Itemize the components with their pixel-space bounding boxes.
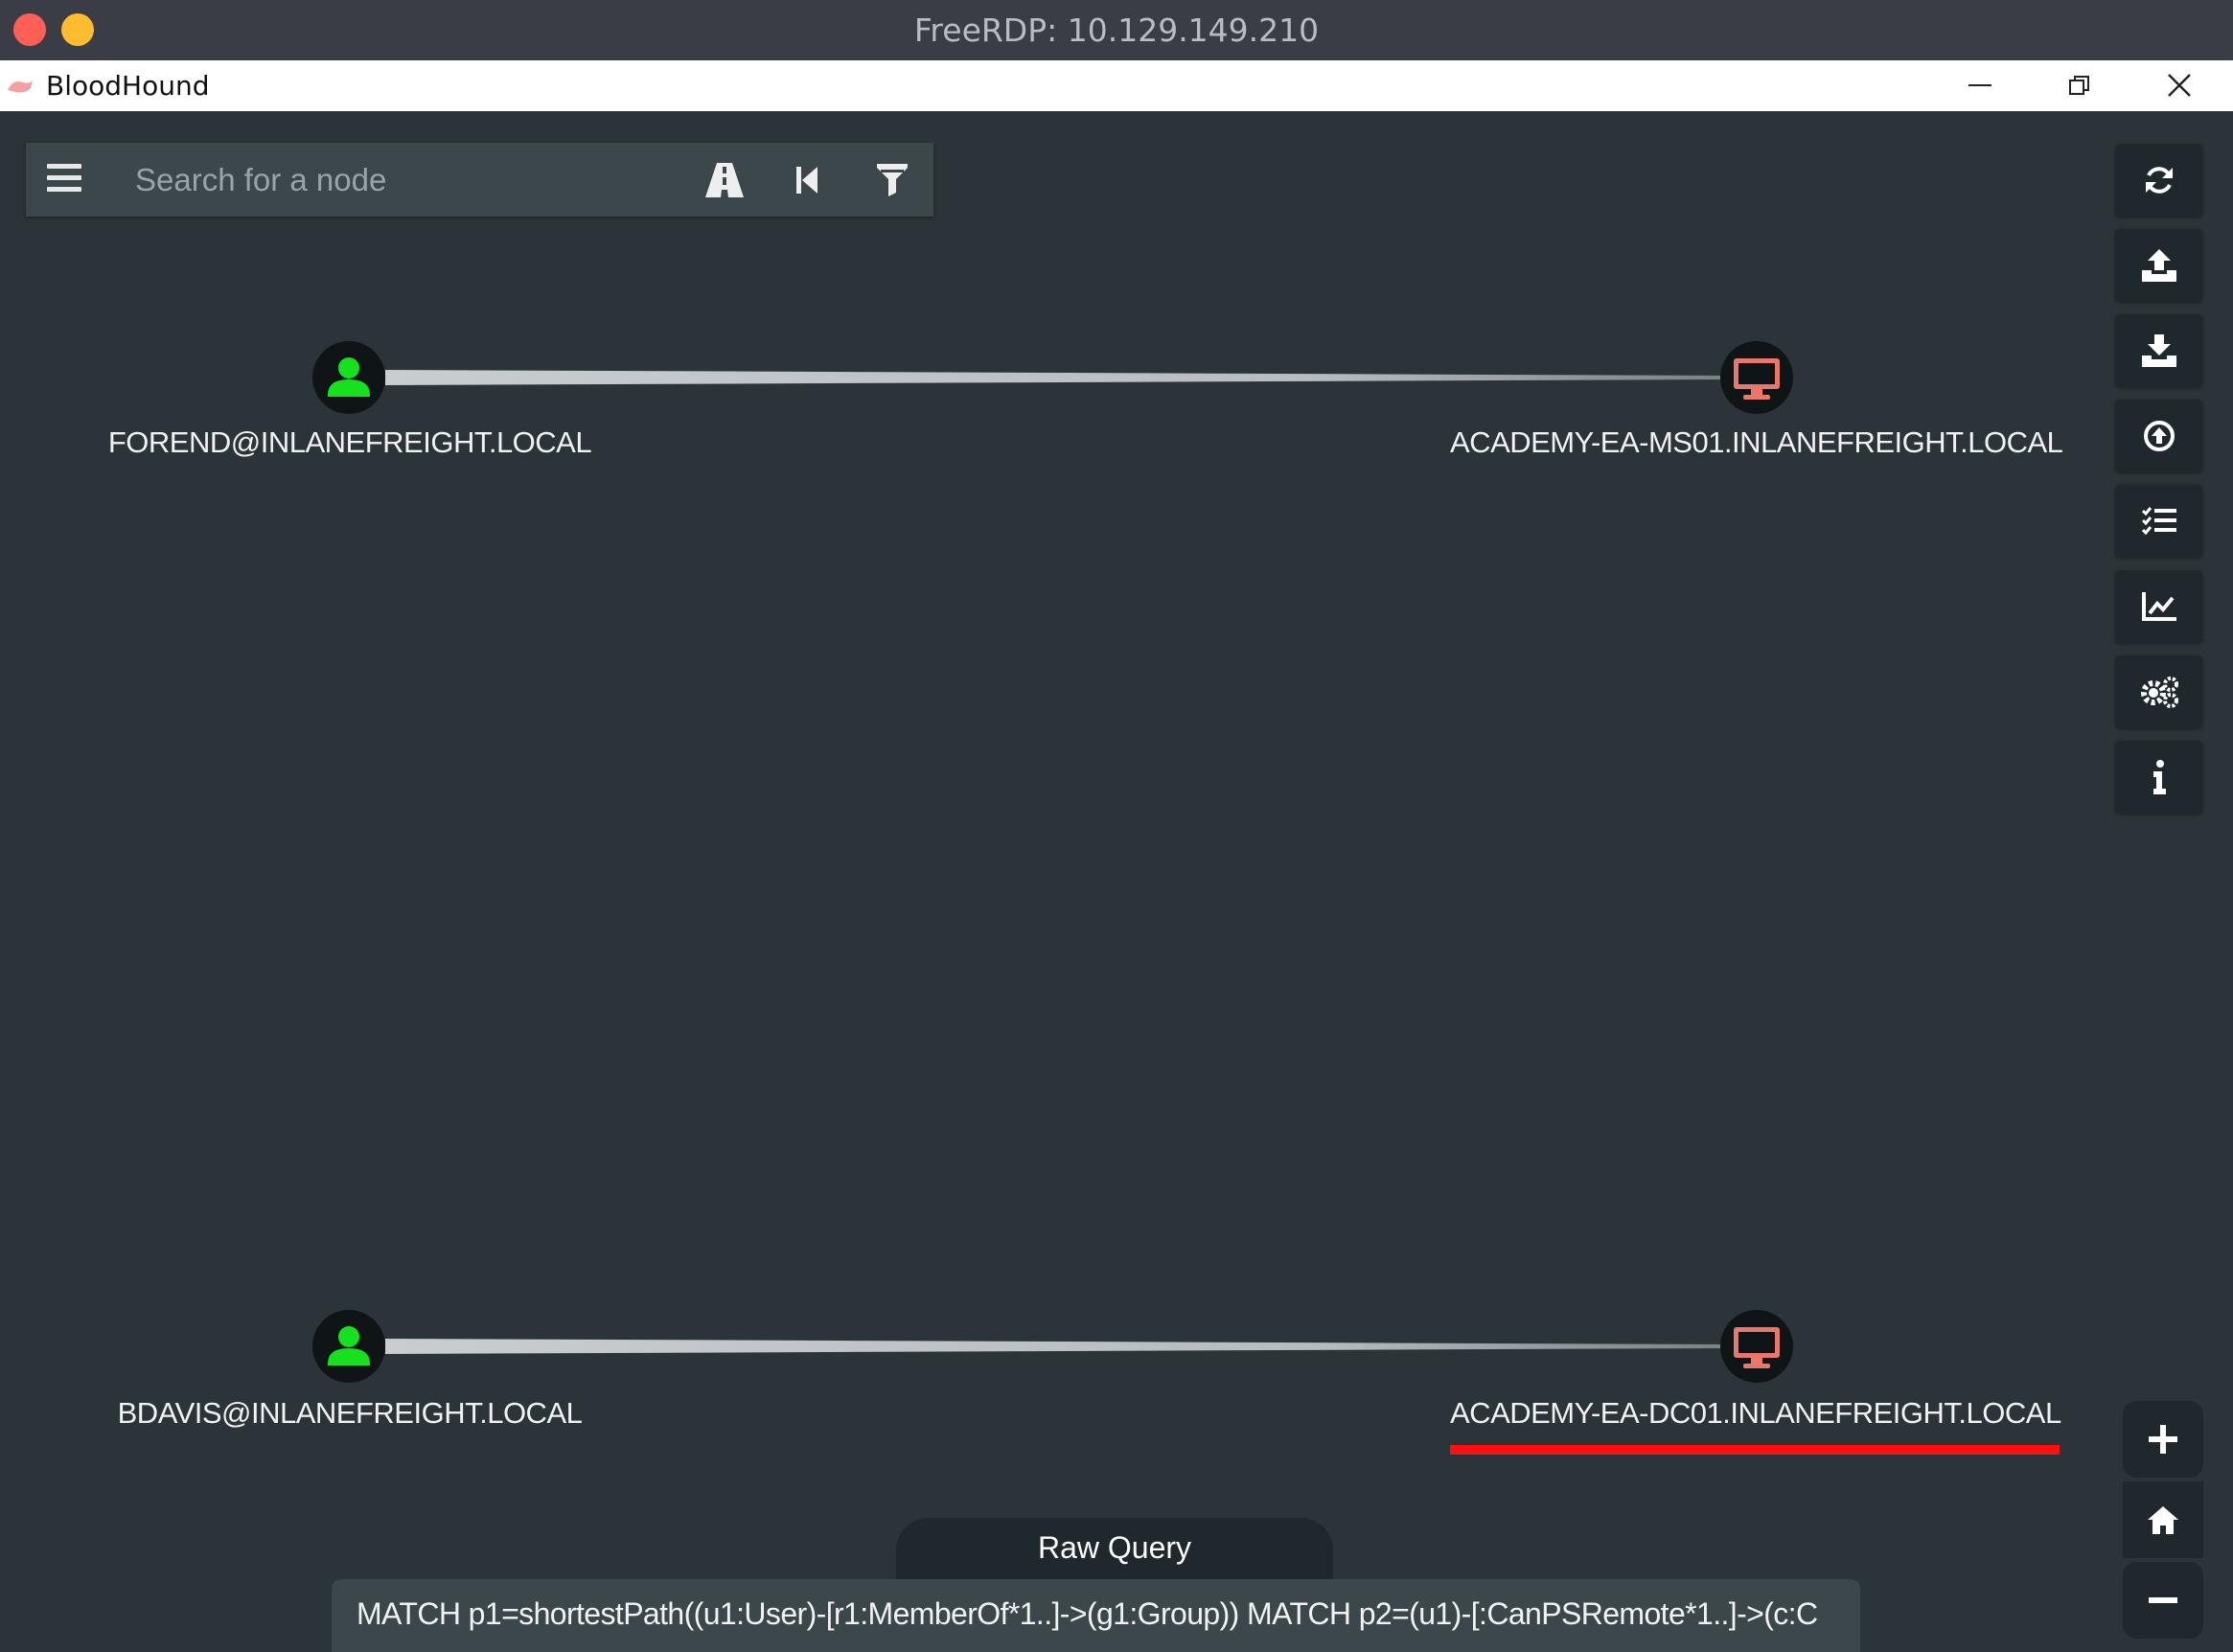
up-circle-icon (2143, 421, 2175, 451)
computer-icon (1734, 358, 1780, 400)
refresh-button[interactable] (2115, 144, 2202, 217)
download-icon (2141, 334, 2176, 367)
home-button[interactable] (2123, 1481, 2203, 1558)
import-button[interactable] (2115, 400, 2202, 472)
zoom-in-icon (2149, 1425, 2177, 1454)
queries-button[interactable] (2115, 485, 2202, 558)
user-node-forend[interactable] (312, 341, 385, 414)
filter-button[interactable] (872, 160, 912, 200)
zoom-out-button[interactable] (2123, 1562, 2203, 1639)
node-label: ACADEMY-EA-DC01.INLANEFREIGHT.LOCAL (1450, 1396, 2061, 1430)
step-backward-icon (796, 167, 817, 194)
search-panel (26, 143, 933, 217)
computer-node-ms01[interactable] (1720, 341, 1793, 414)
info-button[interactable] (2115, 741, 2202, 814)
upload-icon (2141, 249, 2176, 282)
user-icon (328, 1326, 370, 1365)
road-icon (705, 163, 744, 197)
computer-node-dc01[interactable] (1720, 1310, 1793, 1383)
list-icon (2141, 507, 2176, 536)
highlight-underline (1450, 1445, 2060, 1455)
home-icon (2148, 1506, 2178, 1534)
zoom-in-button[interactable] (2123, 1401, 2203, 1478)
refresh-icon (2145, 167, 2173, 194)
edge-bdavis-dc01[interactable] (385, 1339, 1725, 1354)
user-icon (328, 357, 370, 397)
node-label: FOREND@INLANEFREIGHT.LOCAL (107, 425, 592, 459)
raw-query-tab[interactable]: Raw Query (896, 1518, 1333, 1581)
filter-icon (877, 164, 908, 196)
node-label: ACADEMY-EA-MS01.INLANEFREIGHT.LOCAL (1450, 425, 2063, 459)
search-input[interactable] (133, 154, 693, 206)
analysis-button[interactable] (2115, 570, 2202, 643)
settings-icon (2140, 677, 2178, 708)
zoom-out-icon (2149, 1597, 2177, 1603)
computer-icon (1734, 1327, 1780, 1368)
user-node-bdavis[interactable] (312, 1310, 385, 1383)
download-button[interactable] (2115, 314, 2202, 387)
back-button[interactable] (787, 160, 827, 200)
pathfinding-button[interactable] (704, 160, 745, 200)
edge-forend-ms01[interactable] (385, 370, 1725, 385)
info-icon (2152, 760, 2166, 794)
raw-query-input[interactable]: MATCH p1=shortestPath((u1:User)-[r1:Memb… (332, 1579, 1860, 1652)
menu-icon[interactable] (47, 164, 81, 196)
settings-button[interactable] (2115, 655, 2202, 728)
node-label: BDAVIS@INLANEFREIGHT.LOCAL (117, 1396, 583, 1430)
chart-icon (2141, 592, 2176, 621)
upload-button[interactable] (2115, 229, 2202, 302)
